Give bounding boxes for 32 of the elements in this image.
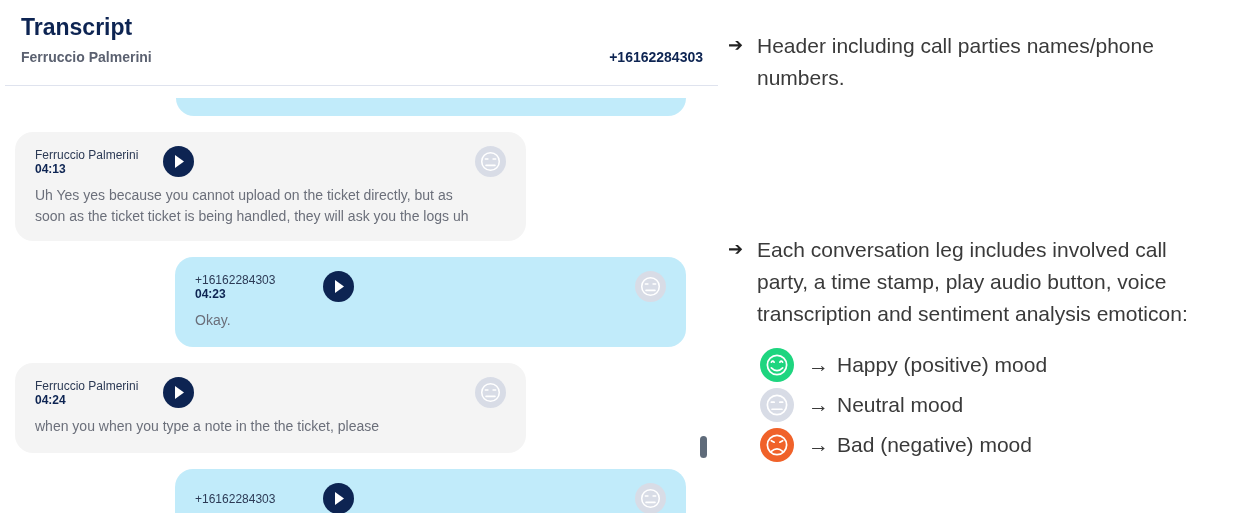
time-label: 04:23 [195,286,227,301]
play-button[interactable] [323,483,354,513]
party-label: Ferruccio Palmerini [35,378,140,393]
legend-label: Happy (positive) mood [837,353,1048,377]
bullet-arrow: ➔ [728,34,743,57]
caller-name: Ferruccio Palmerini [21,49,152,65]
message-text: when you when you type a note in the the ticket, please [35,417,380,436]
party-label: Ferruccio Palmerini [35,147,140,162]
play-icon [333,492,344,505]
note-text: Header including call parties names/phone numbers. [757,33,1155,91]
play-icon [173,155,184,168]
message-text: Uh Yes yes because you cannot upload on the ticket directly, but as soon as the ticket ticket is being handled, they will ask you the logs uh [35,186,470,226]
note-text: Each conversation leg includes involved call party, a time stamp, play audio button, voice transcription and sentiment analysis emoticon: [757,237,1189,327]
message-text: Okay. [195,311,232,330]
play-icon [173,386,184,399]
time-label: 04:24 [35,392,67,407]
play-button[interactable] [163,146,194,177]
party-label: +16162284303 [195,491,277,506]
party-label: +16162284303 [195,272,277,287]
legend-arrow: → [808,433,829,457]
callee-number: +16162284303 [609,49,703,65]
bullet-arrow: ➔ [728,238,743,261]
legend-arrow: → [808,393,829,417]
legend-arrow: → [808,353,829,377]
time-label: 04:13 [35,161,67,176]
transcript-title: Transcript [21,14,134,41]
play-button[interactable] [323,271,354,302]
scrollbar-thumb[interactable] [700,436,707,458]
legend-label: Bad (negative) mood [837,433,1032,457]
play-icon [333,280,344,293]
legend-label: Neutral mood [837,393,964,417]
play-button[interactable] [163,377,194,408]
